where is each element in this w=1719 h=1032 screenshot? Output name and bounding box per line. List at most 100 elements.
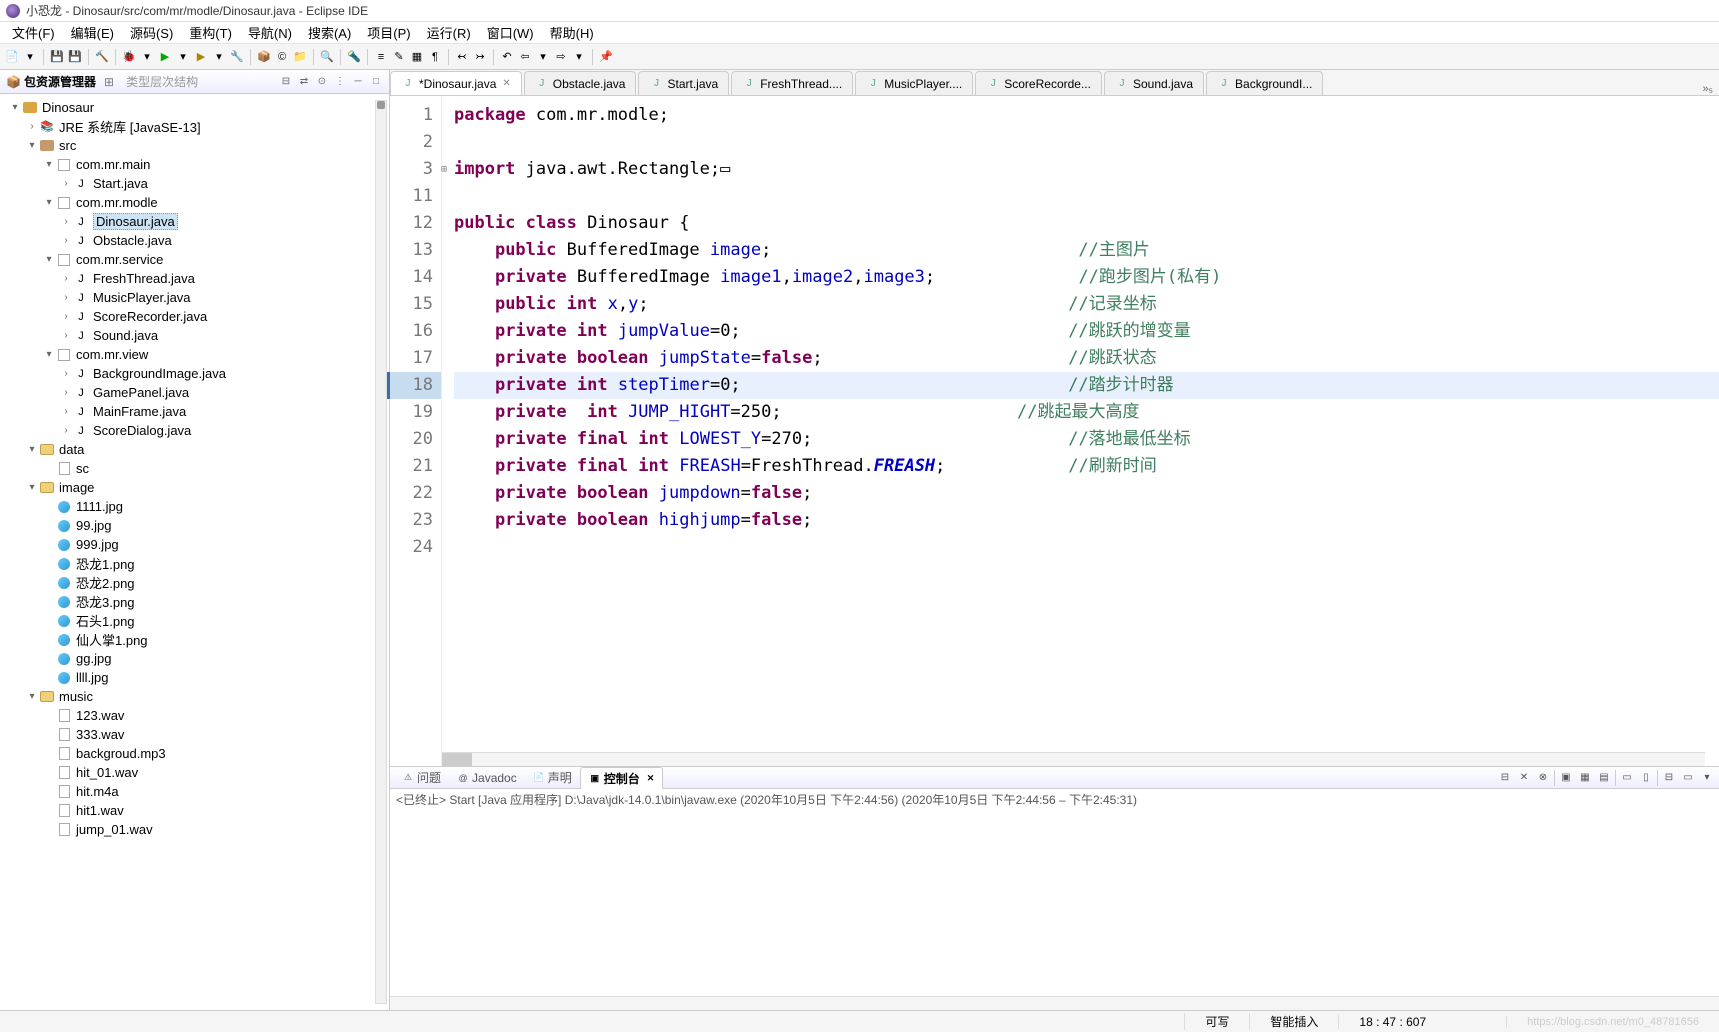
block-icon[interactable]: ▦ [409, 49, 425, 65]
console-tool-icon[interactable]: ⊟ [1497, 770, 1513, 786]
tree-item[interactable]: sc [0, 459, 389, 478]
new-folder-icon[interactable]: 📁 [292, 49, 308, 65]
code-line[interactable] [454, 183, 1719, 210]
tree-item[interactable]: jump_01.wav [0, 820, 389, 839]
menu-item[interactable]: 窗口(W) [479, 21, 542, 44]
tree-item[interactable]: gg.jpg [0, 649, 389, 668]
twisty-icon[interactable]: › [59, 235, 73, 246]
twisty-icon[interactable]: › [59, 216, 73, 227]
tree-item[interactable]: ▾com.mr.modle [0, 193, 389, 212]
twisty-icon[interactable]: › [59, 178, 73, 189]
code-line[interactable]: private final int LOWEST_Y=270; //落地最低坐标 [454, 426, 1719, 453]
dropdown-icon[interactable]: ▾ [571, 49, 587, 65]
last-edit-icon[interactable]: ↶ [499, 49, 515, 65]
open-type-icon[interactable]: 🔍 [319, 49, 335, 65]
console-tool-icon[interactable]: ⊟ [1661, 770, 1677, 786]
code-line[interactable]: private BufferedImage image1,image2,imag… [454, 264, 1719, 291]
twisty-icon[interactable]: › [59, 406, 73, 417]
twisty-icon[interactable]: ▾ [25, 691, 39, 702]
twisty-icon[interactable]: ▾ [42, 159, 56, 170]
console-hscroll[interactable] [390, 996, 1719, 1010]
project-tree[interactable]: ▾Dinosaur›📚JRE 系统库 [JavaSE-13]▾src▾com.m… [0, 94, 389, 1010]
mark-icon[interactable]: ✎ [391, 49, 407, 65]
tabs-overflow-icon[interactable]: »₅ [1696, 83, 1719, 95]
tree-item[interactable]: ›JObstacle.java [0, 231, 389, 250]
tree-item[interactable]: ›JGamePanel.java [0, 383, 389, 402]
tree-item[interactable]: ›JScoreDialog.java [0, 421, 389, 440]
tree-item[interactable]: ▾src [0, 136, 389, 155]
dropdown-icon[interactable]: ▾ [22, 49, 38, 65]
editor-tab[interactable]: JMusicPlayer.... [855, 71, 973, 95]
menu-item[interactable]: 帮助(H) [542, 21, 602, 44]
dropdown-icon[interactable]: ▾ [211, 49, 227, 65]
tree-item[interactable]: ▾com.mr.view [0, 345, 389, 364]
external-icon[interactable]: 🔧 [229, 49, 245, 65]
console-output[interactable] [390, 810, 1719, 996]
editor-tab[interactable]: JStart.java [638, 71, 729, 95]
menu-item[interactable]: 源码(S) [122, 21, 181, 44]
tree-item[interactable]: ▾com.mr.service [0, 250, 389, 269]
link-editor-icon[interactable]: ⇄ [297, 75, 311, 89]
twisty-icon[interactable]: › [25, 121, 39, 132]
maximize-icon[interactable]: □ [369, 75, 383, 89]
view-menu-icon[interactable]: ⋮ [333, 75, 347, 89]
build-icon[interactable]: 🔨 [94, 49, 110, 65]
editor-tab[interactable]: JBackgroundI... [1206, 71, 1323, 95]
bottom-tab-Javadoc[interactable]: @Javadoc [449, 769, 525, 787]
tree-item[interactable]: ▾data [0, 440, 389, 459]
tree-item[interactable]: 仙人掌1.png [0, 630, 389, 649]
toggle-breadcrumb-icon[interactable]: ≡ [373, 49, 389, 65]
code-line[interactable] [454, 129, 1719, 156]
back-icon[interactable]: ⇦ [517, 49, 533, 65]
collapse-all-icon[interactable]: ⊟ [279, 75, 293, 89]
code-line[interactable]: private int jumpValue=0; //跳跃的增变量 [454, 318, 1719, 345]
tree-item[interactable]: hit.m4a [0, 782, 389, 801]
tree-item[interactable]: ›JFreshThread.java [0, 269, 389, 288]
whitespace-icon[interactable]: ¶ [427, 49, 443, 65]
console-tool-icon[interactable]: ⊗ [1535, 770, 1551, 786]
code-line[interactable]: private boolean jumpdown=false; [454, 480, 1719, 507]
menu-item[interactable]: 编辑(E) [63, 21, 122, 44]
console-tool-icon[interactable]: ▭ [1680, 770, 1696, 786]
code-line[interactable]: private boolean jumpState=false; //跳跃状态 [454, 345, 1719, 372]
twisty-icon[interactable]: ▾ [42, 254, 56, 265]
console-tool-icon[interactable]: ▦ [1577, 770, 1593, 786]
editor-tab[interactable]: JObstacle.java [524, 71, 637, 95]
tree-item[interactable]: ▾com.mr.main [0, 155, 389, 174]
tree-item[interactable]: 1111.jpg [0, 497, 389, 516]
pin-icon[interactable]: 📌 [598, 49, 614, 65]
twisty-icon[interactable]: › [59, 273, 73, 284]
editor-body[interactable]: 1231112131415161718192021222324 package … [390, 96, 1719, 766]
tree-item[interactable]: ›JMainFrame.java [0, 402, 389, 421]
twisty-icon[interactable]: ▾ [42, 197, 56, 208]
dropdown-icon[interactable]: ▾ [139, 49, 155, 65]
tree-scrollbar[interactable] [375, 100, 387, 1004]
annotation-prev-icon[interactable]: ↢ [454, 49, 470, 65]
bottom-tab-问题[interactable]: ⚠问题 [394, 767, 449, 788]
twisty-icon[interactable]: ▾ [25, 482, 39, 493]
tree-item[interactable]: ▾music [0, 687, 389, 706]
minimize-icon[interactable]: ─ [351, 75, 365, 89]
code-line[interactable] [454, 534, 1719, 561]
editor-tab[interactable]: JScoreRecorde... [975, 71, 1102, 95]
tree-item[interactable]: ▾Dinosaur [0, 98, 389, 117]
tree-item[interactable]: 石头1.png [0, 611, 389, 630]
console-tool-icon[interactable]: ▾ [1699, 770, 1715, 786]
twisty-icon[interactable]: ▾ [25, 140, 39, 151]
code-line[interactable]: public int x,y; //记录坐标 [454, 291, 1719, 318]
twisty-icon[interactable]: ▾ [8, 102, 22, 113]
code-line[interactable]: private int JUMP_HIGHT=250; //跳起最大高度 [454, 399, 1719, 426]
editor-hscroll[interactable] [442, 752, 1705, 766]
tree-item[interactable]: ›JStart.java [0, 174, 389, 193]
coverage-icon[interactable]: ▶ [193, 49, 209, 65]
tree-item[interactable]: 123.wav [0, 706, 389, 725]
new-package-icon[interactable]: 📦 [256, 49, 272, 65]
run-icon[interactable]: ▶ [157, 49, 173, 65]
menu-item[interactable]: 导航(N) [240, 21, 300, 44]
code-line[interactable]: private int stepTimer=0; //踏步计时器 [454, 372, 1719, 399]
tree-item[interactable]: hit_01.wav [0, 763, 389, 782]
console-tool-icon[interactable]: ▭ [1619, 770, 1635, 786]
menu-item[interactable]: 搜索(A) [300, 21, 359, 44]
console-tool-icon[interactable]: ▣ [1558, 770, 1574, 786]
bottom-tab-控制台[interactable]: ▣控制台✕ [580, 767, 664, 789]
